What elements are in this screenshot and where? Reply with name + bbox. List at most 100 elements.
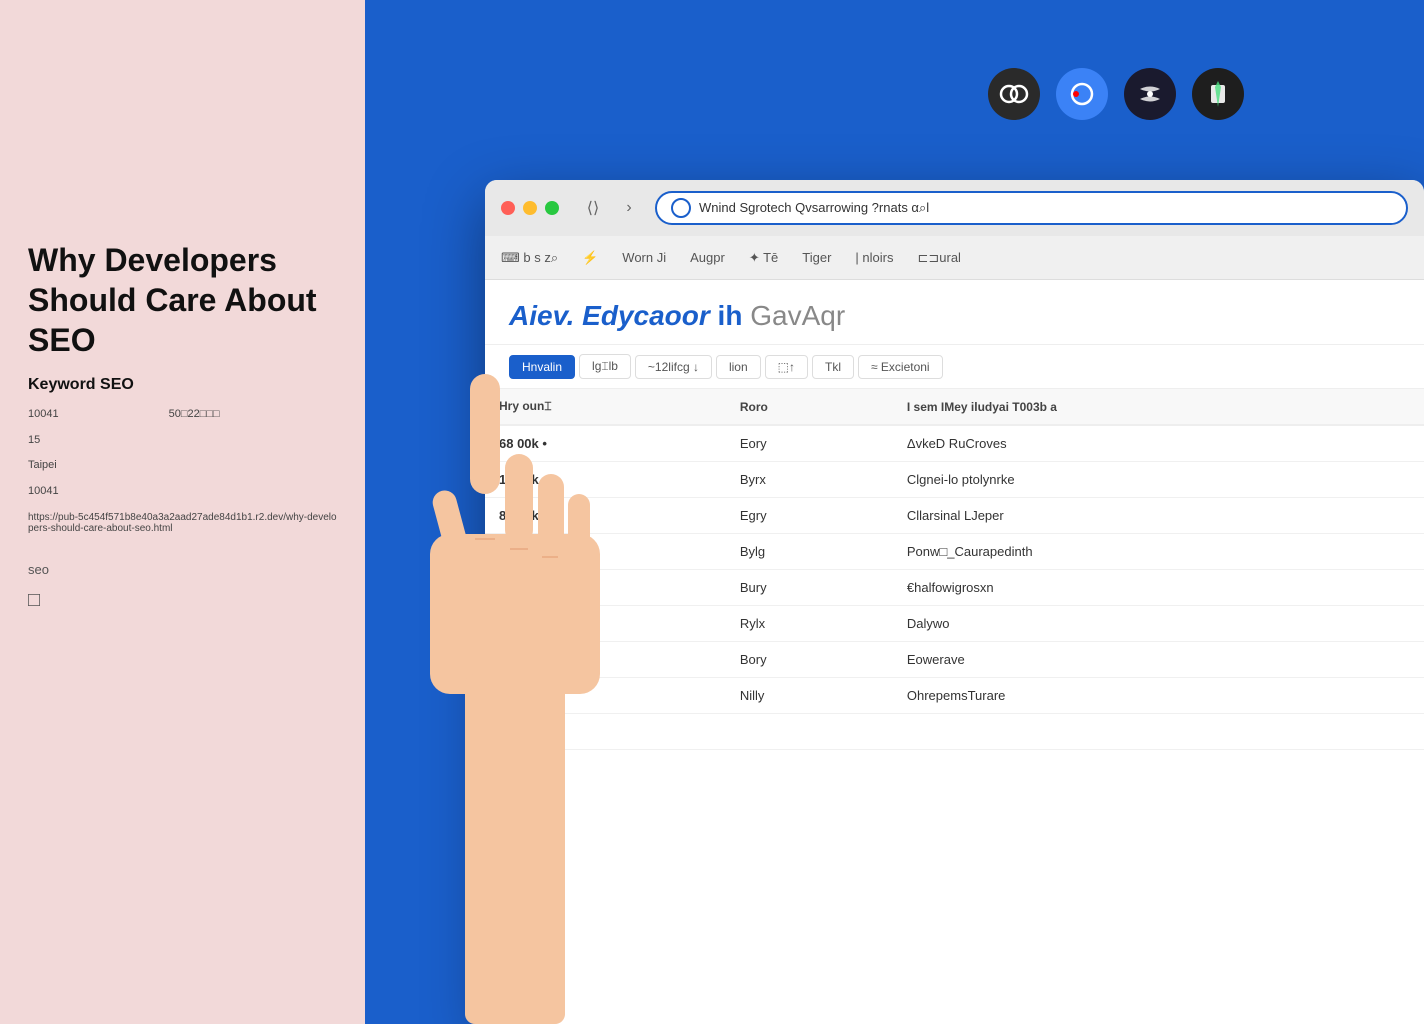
article-title: Why Developers Should Care About SEO — [28, 240, 337, 360]
cell-keyword: Eowerave — [893, 642, 1424, 678]
tab-tiger[interactable]: Tiger — [802, 250, 831, 265]
cell-keyword: Dalywo — [893, 606, 1424, 642]
cell-difficulty: Eory — [726, 425, 893, 462]
left-sidebar: Why Developers Should Care About SEO Key… — [0, 0, 365, 1024]
meta-line-2: 15 — [28, 432, 337, 450]
browser-titlebar: ⟨⟩ › Wnind Sgrotech Qvsarrowing ?rnats α… — [485, 180, 1424, 236]
col-header-difficulty: Roro — [726, 389, 893, 425]
table-row: 81 00k • Egry Cllarsinal LJeper — [485, 498, 1424, 534]
filter-tabs: Hnvalin lg⌶lb ~12lifcg ↓ lion ⬚↑ Tkl — [485, 345, 1424, 389]
tab-worn-ji[interactable]: Worn Ji — [622, 250, 666, 265]
cell-difficulty: Bylg — [726, 534, 893, 570]
maximize-button[interactable] — [545, 201, 559, 215]
table-row: 8F 00k • — [485, 714, 1424, 750]
tab-tiger-label: Tiger — [802, 250, 831, 265]
browser-icon-1[interactable] — [988, 68, 1040, 120]
table-row: 13 00k→ Byrx Clgnei-lo ptolynrke — [485, 462, 1424, 498]
tab-spark[interactable]: ⚡ — [582, 250, 598, 266]
cell-keyword: Clgnei-lo ptolynrke — [893, 462, 1424, 498]
tab-augpr[interactable]: Augpr — [690, 250, 725, 265]
seo-icon: □ — [28, 589, 337, 612]
content-title-part1: Aiev. Edycaoor — [509, 300, 710, 331]
cell-volume: 17 004 • — [485, 606, 726, 642]
tab-te-label: ✦ Tē — [749, 250, 778, 266]
filter-tab-hnvalin[interactable]: Hnvalin — [509, 355, 575, 379]
tab-spark-label: ⚡ — [582, 250, 598, 266]
seo-tag: seo — [28, 562, 337, 577]
table-row: S0 00k • Nilly OhrepemsTurare — [485, 678, 1424, 714]
tab-ural-label: ⊏⊐ural — [917, 250, 960, 266]
filter-tab-excietoni[interactable]: ≈ Excietoni — [858, 355, 943, 379]
filter-tab-lgtb[interactable]: lg⌶lb — [579, 354, 631, 379]
meta-line-1: 10041 50□22□□□ — [28, 406, 337, 424]
traffic-lights — [501, 201, 559, 215]
meta-line-3: Taipei — [28, 457, 337, 475]
cell-volume: 81 00k • — [485, 498, 726, 534]
tab-keyboard[interactable]: ⌨ b s z⌕ — [501, 250, 558, 266]
filter-tab-lion-label: lion — [729, 360, 748, 374]
cell-difficulty: Egry — [726, 498, 893, 534]
browser-nav: ⟨⟩ › — [579, 194, 643, 222]
tab-te[interactable]: ✦ Tē — [749, 250, 778, 266]
content-title: Aiev. Edycaoor ih GavAqr — [509, 300, 1400, 332]
table-row: 68 00k • Eory ΔvkeD RuCroves — [485, 425, 1424, 462]
cell-difficulty: Bury — [726, 570, 893, 606]
cell-volume: 8F 00k • — [485, 714, 726, 750]
filter-tab-lion[interactable]: lion — [716, 355, 761, 379]
meta-line-4: 10041 — [28, 483, 337, 501]
cell-volume: 80 00k • — [485, 534, 726, 570]
filter-tab-sort-label: ⬚↑ — [778, 360, 795, 374]
cell-difficulty: Rylx — [726, 606, 893, 642]
content-title-part2: ih — [718, 300, 743, 331]
filter-tab-12lifcg[interactable]: ~12lifcg ↓ — [635, 355, 712, 379]
cell-volume: 13 00k→ — [485, 462, 726, 498]
browser-icons-group — [988, 68, 1244, 120]
content-title-part3: GavAqr — [750, 300, 845, 331]
table-row: 32 00k • Bory Eowerave — [485, 642, 1424, 678]
data-table: Hry oun⌶ Roro I sem IMey iludyai T003b a… — [485, 389, 1424, 750]
filter-tab-excietoni-label: ≈ Excietoni — [871, 360, 930, 374]
browser-window: ⟨⟩ › Wnind Sgrotech Qvsarrowing ?rnats α… — [485, 180, 1424, 1024]
minimize-button[interactable] — [523, 201, 537, 215]
filter-tab-hnvalin-label: Hnvalin — [522, 360, 562, 374]
cell-difficulty: Byrx — [726, 462, 893, 498]
cell-volume: S0 00k • — [485, 678, 726, 714]
cell-difficulty: Nilly — [726, 678, 893, 714]
col-header-keyword: I sem IMey iludyai T003b a — [893, 389, 1424, 425]
browser-tabs-bar: ⌨ b s z⌕ ⚡ Worn Ji Augpr ✦ Tē Tiger | nl… — [485, 236, 1424, 280]
browser-search-bar[interactable]: Wnind Sgrotech Qvsarrowing ?rnats α⌕l — [655, 191, 1408, 225]
cell-difficulty — [726, 714, 893, 750]
search-circle-icon — [671, 198, 691, 218]
table-row: 80 00k • Bylg Ponw□_Caurapedinth — [485, 534, 1424, 570]
keyword-label: Keyword SEO — [28, 376, 337, 394]
tab-ural[interactable]: ⊏⊐ural — [917, 250, 960, 266]
close-button[interactable] — [501, 201, 515, 215]
browser-icon-3[interactable] — [1124, 68, 1176, 120]
cell-volume: 32 00k • — [485, 642, 726, 678]
browser-icon-4[interactable] — [1192, 68, 1244, 120]
cell-keyword: Ponw□_Caurapedinth — [893, 534, 1424, 570]
browser-icon-2[interactable] — [1056, 68, 1108, 120]
cell-keyword: ΔvkeD RuCroves — [893, 425, 1424, 462]
cell-keyword — [893, 714, 1424, 750]
content-header: Aiev. Edycaoor ih GavAqr — [485, 280, 1424, 345]
browser-content: Aiev. Edycaoor ih GavAqr Hnvalin lg⌶lb ~… — [485, 280, 1424, 1024]
table-row: 17 004 • Rylx Dalywo — [485, 606, 1424, 642]
tab-nloirs-label: | nloirs — [855, 250, 893, 265]
right-panel: ⟨⟩ › Wnind Sgrotech Qvsarrowing ?rnats α… — [365, 0, 1424, 1024]
tab-keyboard-label: ⌨ b s z⌕ — [501, 250, 558, 266]
col-header-volume: Hry oun⌶ — [485, 389, 726, 425]
filter-tab-lgtb-label: lg⌶lb — [592, 359, 618, 373]
article-url: https://pub-5c454f571b8e40a3a2aad27ade84… — [28, 512, 337, 534]
cell-keyword: OhrepemsTurare — [893, 678, 1424, 714]
tab-worn-ji-label: Worn Ji — [622, 250, 666, 265]
filter-tab-sort[interactable]: ⬚↑ — [765, 355, 808, 379]
table-header-row: Hry oun⌶ Roro I sem IMey iludyai T003b a — [485, 389, 1424, 425]
forward-button[interactable]: › — [615, 194, 643, 222]
cell-difficulty: Bory — [726, 642, 893, 678]
table-row: 32 00k • Bury €halfowigrosxn — [485, 570, 1424, 606]
tab-nloirs[interactable]: | nloirs — [855, 250, 893, 265]
cell-volume: 68 00k • — [485, 425, 726, 462]
filter-tab-tkl[interactable]: Tkl — [812, 355, 854, 379]
back-button[interactable]: ⟨⟩ — [579, 194, 607, 222]
